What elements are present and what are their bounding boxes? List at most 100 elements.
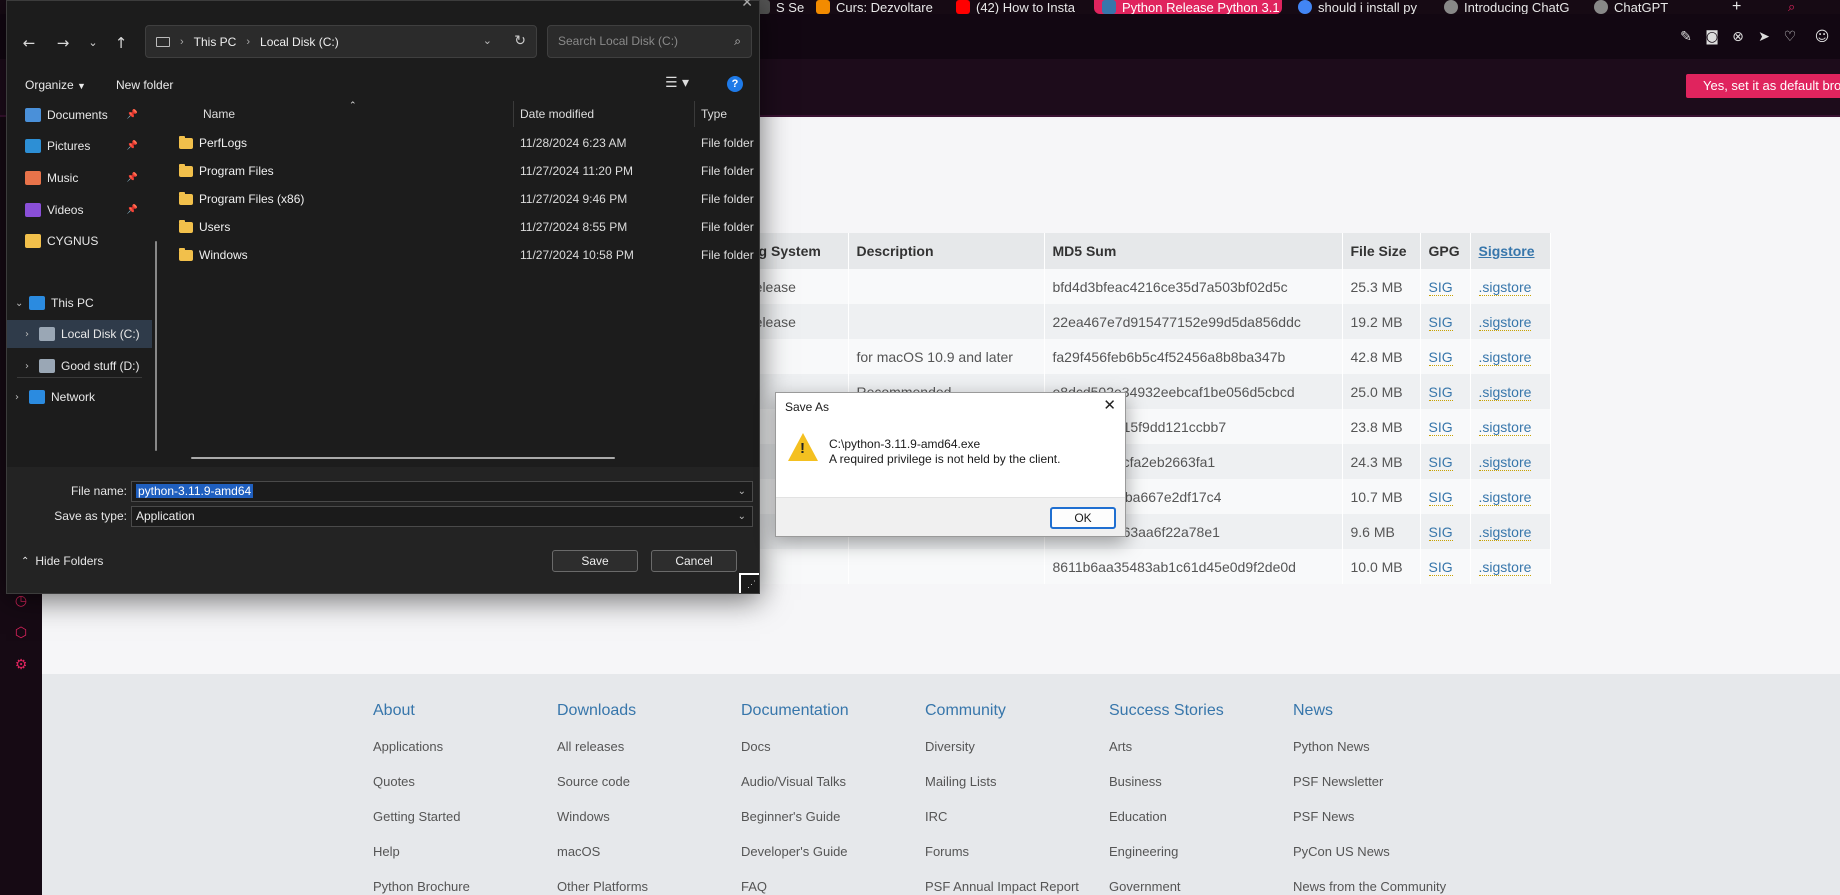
gpg-link[interactable]: SIG	[1428, 453, 1453, 471]
footer-link[interactable]: Developer's Guide	[741, 843, 931, 878]
breadcrumb-local-disk[interactable]: Local Disk (C:)	[260, 35, 339, 49]
file-row[interactable]: Users 11/27/2024 8:55 PM File folder	[179, 213, 759, 241]
back-arrow-icon[interactable]: ←	[19, 33, 39, 53]
send-icon[interactable]: ➤	[1756, 30, 1772, 44]
organize-button[interactable]: Organize ▼	[25, 78, 86, 92]
cube-icon[interactable]: ⬡	[13, 625, 29, 641]
footer-heading[interactable]: News	[1293, 702, 1483, 724]
footer-link[interactable]: Mailing Lists	[925, 773, 1115, 808]
resize-grip-icon[interactable]: ⋰	[739, 573, 759, 593]
tab[interactable]: Curs: Dezvoltare	[808, 0, 956, 14]
chevron-down-icon[interactable]: ⌄	[483, 34, 492, 47]
footer-link[interactable]: Other Platforms	[557, 878, 747, 895]
footer-link[interactable]: PSF News	[1293, 808, 1483, 843]
nav-item-videos[interactable]: Videos 📌	[7, 196, 152, 224]
nav-item-documents[interactable]: Documents 📌	[7, 101, 152, 129]
footer-heading[interactable]: Documentation	[741, 702, 931, 724]
nav-item-cygnus[interactable]: CYGNUS	[7, 227, 152, 255]
tab[interactable]: (42) How to Insta	[948, 0, 1088, 14]
sigstore-link[interactable]: .sigstore	[1478, 453, 1532, 471]
file-row[interactable]: Program Files (x86) 11/27/2024 9:46 PM Fil…	[179, 185, 759, 213]
column-header-name[interactable]: Name	[203, 101, 235, 127]
chevron-down-icon[interactable]: ⌄	[15, 298, 29, 309]
new-folder-button[interactable]: New folder	[116, 78, 173, 92]
account-icon[interactable]: ☺	[1814, 30, 1830, 44]
breadcrumb-this-pc[interactable]: This PC	[194, 35, 237, 49]
sigstore-link[interactable]: .sigstore	[1478, 488, 1532, 506]
footer-link[interactable]: FAQ	[741, 878, 931, 895]
footer-link[interactable]: Python Brochure	[373, 878, 563, 895]
footer-link[interactable]: Getting Started	[373, 808, 563, 843]
footer-link[interactable]: PSF Annual Impact Report	[925, 878, 1115, 895]
footer-link[interactable]: IRC	[925, 808, 1115, 843]
column-divider[interactable]	[513, 101, 514, 127]
footer-link[interactable]: macOS	[557, 843, 747, 878]
gpg-link[interactable]: SIG	[1428, 383, 1453, 401]
settings-icon[interactable]: ⚙	[13, 657, 29, 673]
tab[interactable]: should i install py	[1290, 0, 1440, 14]
footer-link[interactable]: Audio/Visual Talks	[741, 773, 931, 808]
footer-link[interactable]: Arts	[1109, 738, 1299, 773]
hide-folders-button[interactable]: ⌃ Hide Folders	[21, 554, 103, 568]
nav-item-network[interactable]: › Network	[7, 383, 152, 411]
footer-link[interactable]: Forums	[925, 843, 1115, 878]
sigstore-link[interactable]: .sigstore	[1478, 418, 1532, 436]
heart-icon[interactable]: ♡	[1782, 30, 1798, 44]
tab[interactable]: Introducing ChatG	[1436, 0, 1586, 14]
search-input[interactable]: Search Local Disk (C:) ⌕	[547, 25, 752, 58]
refresh-icon[interactable]: ↻	[514, 33, 526, 49]
footer-link[interactable]: Government	[1109, 878, 1299, 895]
file-row[interactable]: Windows 11/27/2024 10:58 PM File folder	[179, 241, 759, 269]
footer-heading[interactable]: Success Stories	[1109, 702, 1299, 724]
gpg-link[interactable]: SIG	[1428, 488, 1453, 506]
footer-link[interactable]: Diversity	[925, 738, 1115, 773]
tab[interactable]: ChatGPT	[1586, 0, 1706, 14]
view-options-icon[interactable]: ☰ ▾	[665, 75, 689, 91]
search-icon[interactable]: ⌕	[1780, 0, 1804, 14]
chevron-right-icon[interactable]: ›	[15, 392, 29, 403]
footer-link[interactable]: Business	[1109, 773, 1299, 808]
save-button[interactable]: Save	[552, 550, 638, 572]
gpg-link[interactable]: SIG	[1428, 348, 1453, 366]
camera-icon[interactable]: ◙	[1704, 30, 1720, 44]
footer-heading[interactable]: Community	[925, 702, 1115, 724]
footer-link[interactable]: News from the Community	[1293, 878, 1483, 895]
col-sigstore[interactable]: Sigstore	[1470, 233, 1551, 269]
footer-link[interactable]: Help	[373, 843, 563, 878]
forward-arrow-icon[interactable]: →	[53, 33, 73, 53]
new-tab-button[interactable]: +	[1724, 0, 1748, 14]
file-row[interactable]: Program Files 11/27/2024 11:20 PM File fol…	[179, 157, 759, 185]
cancel-button[interactable]: Cancel	[651, 550, 737, 572]
sigstore-link[interactable]: .sigstore	[1478, 278, 1532, 296]
set-default-button[interactable]: Yes, set it as default bro	[1686, 74, 1840, 98]
footer-link[interactable]: Quotes	[373, 773, 563, 808]
history-icon[interactable]: ◷	[13, 593, 29, 609]
footer-link[interactable]: Windows	[557, 808, 747, 843]
gpg-link[interactable]: SIG	[1428, 313, 1453, 331]
recent-dropdown-icon[interactable]: ⌄	[83, 33, 103, 53]
nav-item-pictures[interactable]: Pictures 📌	[7, 132, 152, 160]
sigstore-link[interactable]: .sigstore	[1478, 348, 1532, 366]
gpg-link[interactable]: SIG	[1428, 278, 1453, 296]
chevron-right-icon[interactable]: ›	[25, 329, 39, 340]
gpg-link[interactable]: SIG	[1428, 418, 1453, 436]
shield-icon[interactable]: ⊗	[1730, 30, 1746, 44]
footer-link[interactable]: Education	[1109, 808, 1299, 843]
chevron-right-icon[interactable]: ›	[25, 361, 39, 372]
nav-item-local-disk-c[interactable]: › Local Disk (C:)	[7, 320, 152, 348]
column-header-type[interactable]: Type	[701, 101, 727, 127]
footer-link[interactable]: Beginner's Guide	[741, 808, 931, 843]
horizontal-scrollbar[interactable]	[191, 457, 615, 459]
ok-button[interactable]: OK	[1050, 507, 1116, 529]
up-arrow-icon[interactable]: ↑	[111, 33, 131, 53]
close-icon[interactable]: ✕	[741, 0, 753, 11]
file-row[interactable]: PerfLogs 11/28/2024 6:23 AM File folder	[179, 129, 759, 157]
column-divider[interactable]	[694, 101, 695, 127]
savetype-select[interactable]: Application ⌄	[131, 506, 753, 527]
sigstore-link[interactable]: .sigstore	[1478, 313, 1532, 331]
sigstore-link[interactable]: .sigstore	[1478, 558, 1532, 576]
footer-heading[interactable]: Downloads	[557, 702, 747, 724]
address-bar[interactable]: › This PC › Local Disk (C:) ⌄ ↻	[145, 25, 537, 58]
footer-link[interactable]: Docs	[741, 738, 931, 773]
pen-icon[interactable]: ✎	[1678, 30, 1694, 44]
